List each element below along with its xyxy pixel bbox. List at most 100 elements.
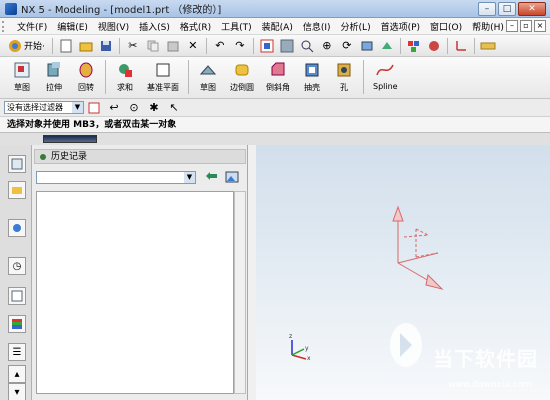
- title-bar: NX 5 - Modeling - [model1.prt （修改的）] – □…: [0, 0, 550, 18]
- cut-icon[interactable]: ✂: [125, 38, 141, 54]
- open-icon[interactable]: [78, 38, 94, 54]
- menu-preferences[interactable]: 首选项(P): [376, 20, 425, 33]
- edge-blend-icon: [232, 60, 252, 80]
- palette-tab[interactable]: [8, 315, 26, 333]
- start-button[interactable]: 开始·: [4, 39, 49, 53]
- wcs-triad[interactable]: [392, 205, 444, 290]
- menu-grip[interactable]: [2, 21, 8, 32]
- resource-bar: [0, 133, 550, 145]
- view-triad: z x y: [289, 333, 311, 362]
- settings-tab[interactable]: ☰: [8, 343, 26, 361]
- menu-assembly[interactable]: 装配(A): [257, 20, 298, 33]
- redo-icon[interactable]: ↷: [232, 38, 248, 54]
- menu-view[interactable]: 视图(V): [93, 20, 134, 33]
- separator: [446, 37, 448, 54]
- render-icon[interactable]: [379, 38, 395, 54]
- menu-file[interactable]: 文件(F): [12, 20, 52, 33]
- sketch-label: 草图: [14, 83, 30, 92]
- layer-icon[interactable]: [406, 38, 422, 54]
- select-options-icon[interactable]: [86, 100, 102, 116]
- selection-filter-value: 没有选择过滤器: [7, 103, 63, 112]
- selection-filter-dropdown[interactable]: 没有选择过滤器 ▼: [4, 101, 84, 114]
- menu-information[interactable]: 信息(I): [298, 20, 336, 33]
- hole-tool[interactable]: 孔: [334, 60, 354, 93]
- new-icon[interactable]: [58, 38, 74, 54]
- menu-window[interactable]: 窗口(O): [425, 20, 467, 33]
- history-panel-title: 历史记录: [51, 152, 88, 162]
- pan-icon[interactable]: ⊕: [319, 38, 335, 54]
- tab-scroll-up[interactable]: ▴: [8, 365, 26, 383]
- assembly-navigator-tab[interactable]: [8, 155, 26, 173]
- minimize-button[interactable]: –: [478, 2, 496, 16]
- sketch-tool[interactable]: 草图: [12, 60, 32, 93]
- separator: [473, 37, 475, 54]
- part-navigator-tab[interactable]: [8, 181, 26, 199]
- history-filter-dropdown[interactable]: ▼: [36, 171, 196, 184]
- unite-tool[interactable]: 求和: [115, 60, 135, 93]
- pin-icon[interactable]: [39, 153, 47, 161]
- menu-format[interactable]: 格式(R): [175, 20, 216, 33]
- wcs-icon[interactable]: [453, 38, 469, 54]
- paste-icon[interactable]: [165, 38, 181, 54]
- navigator-slider[interactable]: [43, 135, 97, 143]
- shell-label: 抽壳: [304, 83, 320, 92]
- maximize-button[interactable]: □: [498, 2, 516, 16]
- doc-close-icon[interactable]: ×: [534, 20, 546, 32]
- menu-edit[interactable]: 编辑(E): [52, 20, 93, 33]
- copy-icon[interactable]: [145, 38, 161, 54]
- chamfer-icon: [268, 60, 288, 80]
- lock-icon[interactable]: ✱: [146, 100, 162, 116]
- revolve-tool[interactable]: 回转: [76, 60, 96, 93]
- back-icon[interactable]: [204, 169, 220, 185]
- delete-icon[interactable]: ✕: [185, 38, 201, 54]
- extrude-label: 拉伸: [46, 83, 62, 92]
- select-all-icon[interactable]: ⊙: [126, 100, 142, 116]
- svg-text:z: z: [289, 333, 292, 340]
- shell-tool[interactable]: 抽壳: [302, 60, 322, 93]
- graphics-window[interactable]: z x y 当下软件园 www.downxia.com: [256, 145, 550, 400]
- doc-minimize-icon[interactable]: –: [506, 20, 518, 32]
- revolve-icon: [76, 60, 96, 80]
- extrude-icon: [44, 60, 64, 80]
- pointer-icon[interactable]: ↖: [166, 100, 182, 116]
- separator: [399, 37, 401, 54]
- undo-icon[interactable]: ↶: [212, 38, 228, 54]
- ruler-icon[interactable]: [480, 38, 496, 54]
- resource-tab-strip: ◷ ☰ ▴ ▾: [0, 145, 32, 400]
- fit-icon[interactable]: [259, 38, 275, 54]
- display-icon[interactable]: [426, 38, 442, 54]
- datum-plane-tool[interactable]: 基准平面: [147, 60, 179, 93]
- unite-label: 求和: [117, 83, 133, 92]
- spline-tool[interactable]: Spline: [373, 60, 398, 91]
- menu-tools[interactable]: 工具(T): [216, 20, 257, 33]
- history-list[interactable]: [36, 191, 234, 394]
- tab-scroll-down[interactable]: ▾: [8, 383, 26, 400]
- history-scrollbar[interactable]: [234, 191, 246, 394]
- menu-insert[interactable]: 插入(S): [134, 20, 175, 33]
- reuse-library-tab[interactable]: [8, 219, 26, 237]
- unite-icon: [115, 60, 135, 80]
- menu-help[interactable]: 帮助(H): [467, 20, 509, 33]
- save-icon[interactable]: [98, 38, 114, 54]
- prompt-line: 选择对象并使用 MB3，或者双击某一对象: [0, 117, 550, 133]
- menu-analysis[interactable]: 分析(L): [336, 20, 376, 33]
- chamfer-tool[interactable]: 倒斜角: [266, 60, 290, 93]
- extrude-tool[interactable]: 拉伸: [44, 60, 64, 93]
- snap-icon[interactable]: ↩: [106, 100, 122, 116]
- edge-blend-tool[interactable]: 边倒圆: [230, 60, 254, 93]
- close-button[interactable]: ✕: [518, 2, 546, 16]
- zoom-window-icon[interactable]: [299, 38, 315, 54]
- rotate-icon[interactable]: ⟳: [339, 38, 355, 54]
- chevron-down-icon: ▼: [184, 172, 195, 183]
- app-icon: [5, 2, 17, 15]
- system-materials-tab[interactable]: [8, 287, 26, 305]
- image-view-icon[interactable]: [224, 169, 240, 185]
- zoom-icon[interactable]: [279, 38, 295, 54]
- separator: [363, 60, 364, 94]
- history-tab[interactable]: ◷: [8, 257, 26, 275]
- separator: [51, 37, 53, 54]
- orient-icon[interactable]: [359, 38, 375, 54]
- sketch-tool-2[interactable]: 草图: [198, 60, 218, 93]
- history-panel-header: 历史记录: [34, 149, 246, 164]
- doc-restore-icon[interactable]: ▫: [520, 20, 532, 32]
